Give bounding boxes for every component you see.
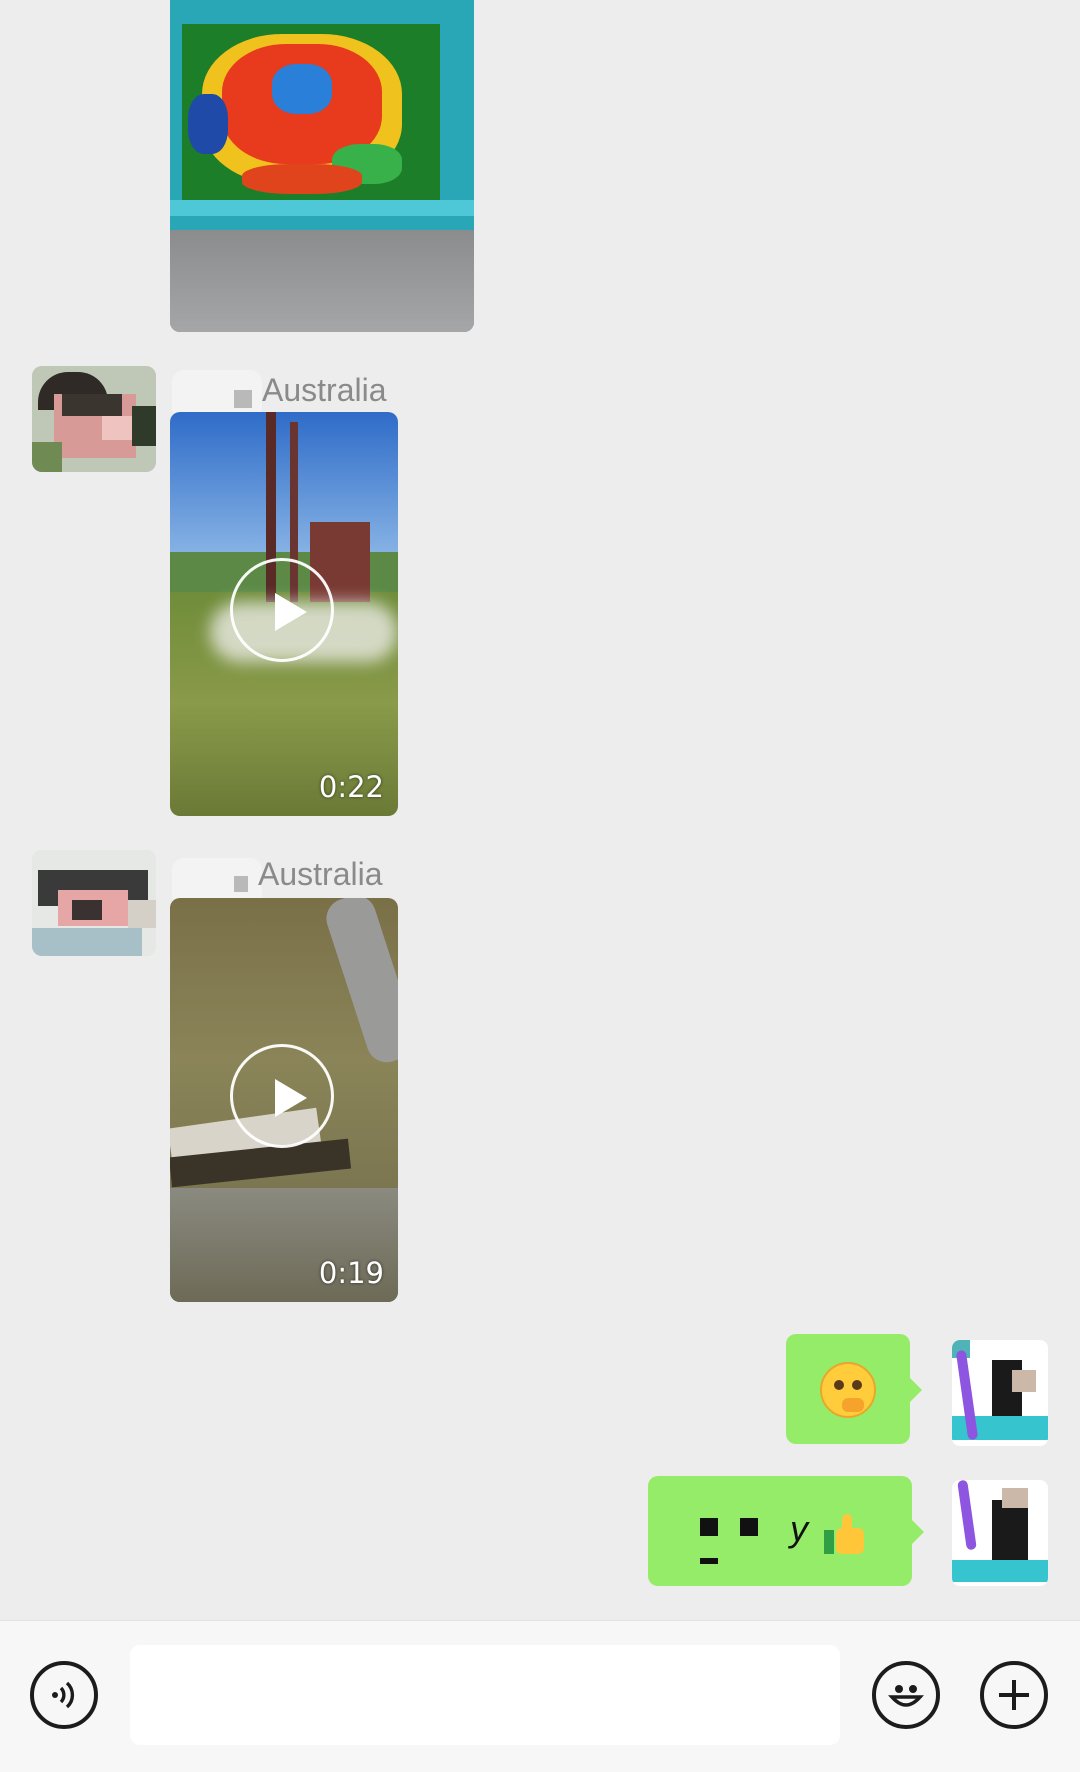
text-message[interactable]: y [648,1476,912,1586]
video-duration: 0:19 [318,1256,384,1290]
message-text: y [790,1508,808,1549]
contact-avatar[interactable] [32,366,156,472]
play-icon[interactable] [230,1044,334,1148]
message-input[interactable] [130,1645,840,1745]
sender-name: Australia [258,856,383,892]
self-avatar[interactable] [952,1480,1048,1586]
emoji-message[interactable] [786,1334,910,1444]
thumbs-up-icon [824,1514,864,1554]
video-message[interactable]: 0:19 [170,898,398,1302]
plus-icon[interactable] [980,1661,1048,1729]
image-content [170,0,474,255]
contact-avatar[interactable] [32,850,156,956]
voice-icon[interactable] [30,1661,98,1729]
video-duration: 0:22 [318,770,384,804]
image-message[interactable] [170,0,474,332]
play-icon[interactable] [230,558,334,662]
chat-input-bar [0,1620,1080,1772]
self-avatar[interactable] [952,1340,1048,1446]
thinking-face-icon [820,1362,876,1418]
sender-name: Australia [262,372,387,408]
video-message[interactable]: 0:22 [170,412,398,816]
smiley-icon[interactable] [872,1661,940,1729]
